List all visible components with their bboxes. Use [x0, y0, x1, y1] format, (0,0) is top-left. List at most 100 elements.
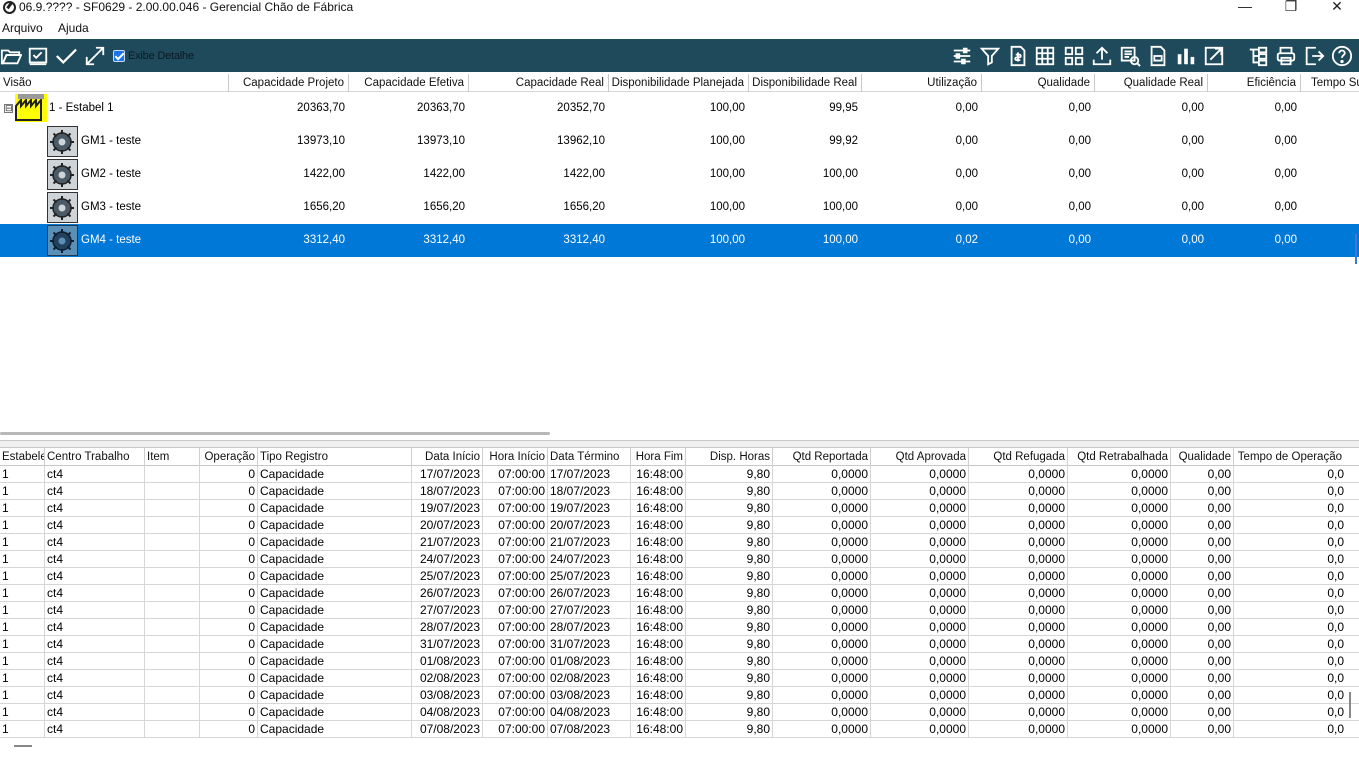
col-qtd-aprovada[interactable]: Qtd Aprovada [871, 448, 969, 466]
col-data-inicio[interactable]: Data Início [412, 448, 483, 466]
table-row[interactable]: 1 ct4 0 Capacidade 24/07/2023 07:00:00 24/07/2… [0, 551, 1359, 568]
maximize-button[interactable]: ❐ [1268, 0, 1314, 16]
col-qtd-reportada[interactable]: Qtd Reportada [773, 448, 871, 466]
col-qualidade-real[interactable]: Qualidade Real [1095, 74, 1208, 92]
collapse-toggle-icon[interactable]: ⊟ [4, 104, 13, 113]
table-row[interactable]: 1 ct4 0 Capacidade 26/07/2023 07:00:00 26/07/2… [0, 585, 1359, 602]
cell-qualidade-real: 0,00 [1181, 234, 1204, 246]
exibe-detalhe-label: Exibe Detalhe [128, 50, 194, 62]
col-capacidade-projeto[interactable]: Capacidade Projeto [229, 74, 349, 92]
table-row[interactable]: 1 ct4 0 Capacidade 01/08/2023 07:00:00 01/08/2… [0, 653, 1359, 670]
table-row[interactable]: 1 ct4 0 Capacidade 31/07/2023 07:00:00 31/07/2… [0, 636, 1359, 653]
vertical-scroll-indicator[interactable] [1355, 234, 1357, 264]
table-row[interactable]: 1 ct4 0 Capacidade 18/07/2023 07:00:00 18/07/2… [0, 483, 1359, 500]
checkmark-icon[interactable] [54, 44, 78, 68]
tree-row-gm1[interactable]: GM1 - teste 13973,10 13973,10 13962,10 1… [0, 125, 1359, 158]
external-link-icon[interactable] [1202, 44, 1226, 68]
cell-qualidade: 0,00 [1171, 466, 1234, 483]
col-hora-fim[interactable]: Hora Fim [631, 448, 686, 466]
col-qualidade[interactable]: Qualidade [982, 74, 1095, 92]
cell-tipo-registro: Capacidade [258, 517, 412, 534]
table-row[interactable]: 1 ct4 0 Capacidade 19/07/2023 07:00:00 19/07/2… [0, 500, 1359, 517]
table-row[interactable]: 1 ct4 0 Capacidade 25/07/2023 07:00:00 25/07/2… [0, 568, 1359, 585]
grid-icon[interactable] [1062, 44, 1086, 68]
col-centro-trabalho[interactable]: Centro Trabalho [45, 448, 145, 466]
cell-qtd-reportada: 0,0000 [773, 500, 871, 517]
table-row[interactable]: 1 ct4 0 Capacidade 02/08/2023 07:00:00 02/08/2… [0, 670, 1359, 687]
table-row[interactable]: 1 ct4 0 Capacidade 07/08/2023 07:00:00 07/08/2… [0, 721, 1359, 738]
cell-disp-real: 99,95 [829, 102, 858, 114]
vertical-scrollbar[interactable] [1349, 692, 1351, 718]
exit-icon[interactable] [1302, 44, 1326, 68]
cell-disp-planejada: 100,00 [709, 201, 745, 213]
calculator-icon[interactable] [1033, 44, 1057, 68]
cell-estabelec: 1 [0, 517, 45, 534]
tree-row-gm4-selected[interactable]: GM4 - teste 3312,40 3312,40 3312,40 100,… [0, 224, 1359, 257]
hierarchy-icon[interactable] [1246, 44, 1270, 68]
cell-hora-inicio: 07:00:00 [483, 636, 548, 653]
close-button[interactable]: ✕ [1314, 0, 1359, 16]
sliders-icon[interactable] [950, 44, 974, 68]
col-tipo-registro[interactable]: Tipo Registro [258, 448, 412, 466]
print-preview-icon[interactable] [1118, 44, 1142, 68]
col-tempo-operacao[interactable]: Tempo de Operação [1234, 448, 1344, 466]
money-report-icon[interactable] [1146, 44, 1170, 68]
table-row[interactable]: 1 ct4 0 Capacidade 03/08/2023 07:00:00 03/08/2… [0, 687, 1359, 704]
menu-arquivo[interactable]: Arquivo [2, 20, 43, 36]
cell-estabelec: 1 [0, 483, 45, 500]
tree-row-estabel[interactable]: ⊟ 1 - Estabel 1 20363,70 20363,70 20352,… [0, 92, 1359, 125]
minimize-button[interactable]: — [1222, 0, 1268, 16]
col-capacidade-efetiva[interactable]: Capacidade Efetiva [349, 74, 469, 92]
detail-grid[interactable]: EstabelecCentro TrabalhoItemOperaçãoTipo… [0, 448, 1359, 761]
panel-splitter[interactable] [0, 440, 1359, 448]
col-disponibilidade-planejada[interactable]: Disponibilidade Planejada [609, 74, 749, 92]
expand-icon[interactable] [83, 44, 107, 68]
col-tempo-su[interactable]: Tempo Su [1301, 74, 1359, 92]
printer-icon[interactable] [1274, 44, 1298, 68]
folder-open-icon[interactable] [0, 44, 23, 68]
help-icon[interactable] [1330, 44, 1354, 68]
filter-icon[interactable] [978, 44, 1002, 68]
cell-qtd-retrabalhada: 0,0000 [1068, 721, 1171, 738]
col-utilizacao[interactable]: Utilização [862, 74, 982, 92]
horizontal-scrollbar[interactable] [0, 432, 550, 435]
col-estabelec[interactable]: Estabelec [0, 448, 45, 466]
table-row[interactable]: 1 ct4 0 Capacidade 21/07/2023 07:00:00 21/07/2… [0, 534, 1359, 551]
cell-hora-inicio: 07:00:00 [483, 551, 548, 568]
cell-centro-trabalho: ct4 [45, 500, 145, 517]
table-row[interactable]: 1 ct4 0 Capacidade 17/07/2023 07:00:00 17/07/2… [0, 466, 1359, 483]
col-capacidade-real[interactable]: Capacidade Real [469, 74, 609, 92]
col-item[interactable]: Item [145, 448, 200, 466]
col-disp-horas[interactable]: Disp. Horas [686, 448, 773, 466]
inbox-check-icon[interactable] [26, 44, 50, 68]
col-disponibilidade-real[interactable]: Disponibilidade Real [749, 74, 862, 92]
tree-row-gm2[interactable]: GM2 - teste 1422,00 1422,00 1422,00 100,… [0, 158, 1359, 191]
exibe-detalhe-checkbox[interactable]: Exibe Detalhe [113, 48, 194, 64]
col-eficiencia[interactable]: Eficiência [1208, 74, 1301, 92]
col-data-termino[interactable]: Data Término [548, 448, 631, 466]
table-row[interactable]: 1 ct4 0 Capacidade 04/08/2023 07:00:00 04/08/2… [0, 704, 1359, 721]
col-visao[interactable]: Visão [0, 74, 229, 92]
col-qualidade[interactable]: Qualidade [1171, 448, 1234, 466]
upload-icon[interactable] [1090, 44, 1114, 68]
upper-grid[interactable]: Visão Capacidade Projeto Capacidade Efet… [0, 74, 1359, 440]
cell-capacidade-efetiva: 1422,00 [423, 168, 465, 180]
horizontal-scrollbar[interactable] [14, 745, 32, 747]
menu-ajuda[interactable]: Ajuda [58, 20, 89, 36]
bar-chart-icon[interactable] [1174, 44, 1198, 68]
document-money-icon[interactable] [1006, 44, 1030, 68]
col-qtd-refugada[interactable]: Qtd Refugada [969, 448, 1068, 466]
col-qtd-retrabalhada[interactable]: Qtd Retrabalhada [1068, 448, 1171, 466]
checkbox-checked-icon[interactable] [113, 50, 125, 62]
cell-data-inicio: 07/08/2023 [412, 721, 483, 738]
cell-capacidade-projeto: 13973,10 [297, 135, 345, 147]
cell-qualidade-real: 0,00 [1181, 168, 1204, 180]
table-row[interactable]: 1 ct4 0 Capacidade 27/07/2023 07:00:00 27/07/2… [0, 602, 1359, 619]
tree-row-gm3[interactable]: GM3 - teste 1656,20 1656,20 1656,20 100,… [0, 191, 1359, 224]
col-operacao[interactable]: Operação [200, 448, 258, 466]
table-row[interactable]: 1 ct4 0 Capacidade 28/07/2023 07:00:00 28/07/2… [0, 619, 1359, 636]
cell-disp-horas: 9,80 [686, 653, 773, 670]
table-row[interactable]: 1 ct4 0 Capacidade 20/07/2023 07:00:00 20/07/2… [0, 517, 1359, 534]
col-hora-inicio[interactable]: Hora Início [483, 448, 548, 466]
cell-qtd-refugada: 0,0000 [969, 721, 1068, 738]
